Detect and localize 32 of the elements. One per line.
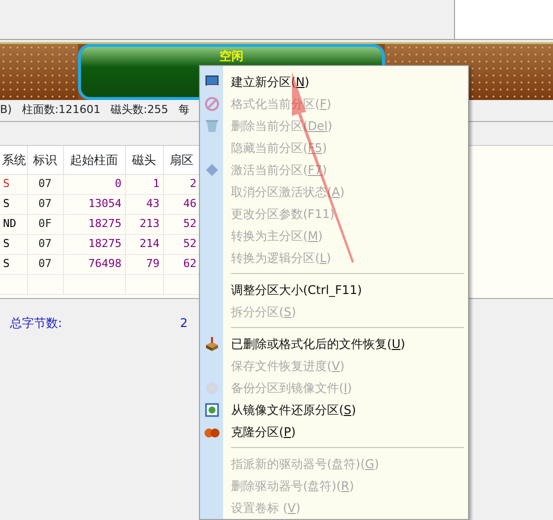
- disk-info-text: B): [0, 102, 12, 118]
- table-cell: 07: [27, 234, 63, 254]
- column-header: 标识: [27, 146, 63, 174]
- table-cell: 07: [27, 194, 63, 214]
- table-cell: 07: [27, 254, 63, 274]
- table-cell: S: [0, 174, 27, 194]
- table-cell: S: [0, 194, 27, 214]
- table-cell: 0: [63, 174, 125, 194]
- disk-info-text: 每: [178, 102, 190, 118]
- table-cell: 07: [27, 174, 63, 194]
- table-cell: 214: [125, 234, 163, 254]
- table-cell: S: [0, 234, 27, 254]
- table-cell: 79: [125, 254, 163, 274]
- table-cell: ND: [0, 214, 27, 234]
- table-cell: 0F: [27, 214, 63, 234]
- table-cell: 13054: [63, 194, 125, 214]
- column-header: 起始柱面: [63, 146, 125, 174]
- column-header: 扇区: [163, 146, 200, 174]
- table-cell: 1: [125, 174, 163, 194]
- table-cell: 213: [125, 214, 163, 234]
- column-header: 磁头: [125, 146, 163, 174]
- disk-info-text: 磁头数:255: [110, 102, 168, 118]
- summary-value: 2: [180, 315, 188, 332]
- table-cell: 76498: [63, 254, 125, 274]
- table-cell: 43: [125, 194, 163, 214]
- table-cell: 18275: [63, 214, 125, 234]
- summary-label: 总字节数:: [10, 315, 62, 332]
- table-cell: S: [0, 254, 27, 274]
- table-cell: 18275: [63, 234, 125, 254]
- disk-info-text: 柱面数:121601: [22, 102, 101, 118]
- free-space-label: 空闲: [220, 49, 244, 63]
- column-header: 系统: [0, 146, 27, 174]
